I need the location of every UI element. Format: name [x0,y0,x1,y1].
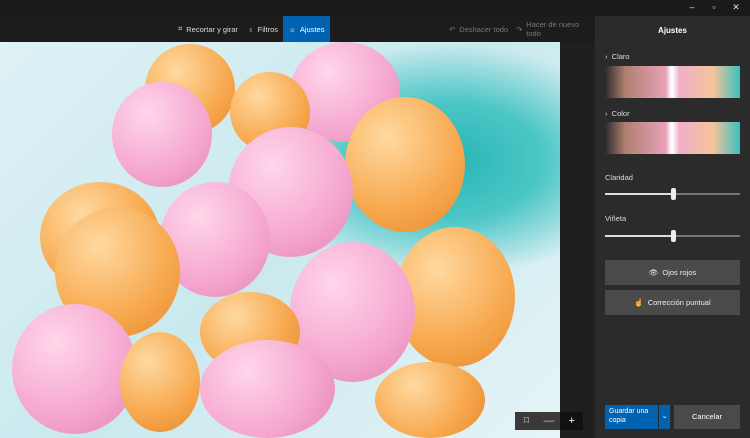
light-label: Claro [611,52,630,61]
red-eye-label: Ojos rojos [662,268,697,277]
close-button[interactable]: ✕ [726,2,746,13]
zoom-in-button[interactable]: + [560,412,584,430]
color-slider-preview[interactable] [605,122,740,154]
vignette-label: Viñeta [605,214,627,223]
spot-fix-label: Corrección puntual [647,298,711,307]
spot-fix-button[interactable]: ☝ Corrección puntual [605,290,740,315]
balloon [112,82,212,187]
vignette-slider[interactable] [605,230,740,242]
balloon [200,340,335,438]
redo-icon: ↷ [516,24,523,34]
crop-rotate-button[interactable]: ⌗ Recortar y girar [172,16,244,42]
toolbar: ⌗ Recortar y girar ♁ Filtros ☼ Ajustes ↶ Des… [0,16,595,42]
balloon [345,97,465,232]
color-section-toggle[interactable]: › Color [605,109,630,118]
hand-touch-icon: ☝ [634,298,644,307]
crop-label: Recortar y girar [186,24,238,34]
zoom-out-button[interactable]: — [538,412,561,430]
chevron-down-icon: ⌄ [661,413,668,420]
red-eye-button[interactable]: 👁 Ojos rojos [605,260,740,285]
balloon [375,362,485,438]
adjust-panel: Ajustes › Claro › Color Claridad Viñeta … [595,16,750,438]
filters-button[interactable]: ♁ Filtros [242,16,284,42]
adjust-tab[interactable]: ☼ Ajustes [283,16,330,42]
minimize-button[interactable]: – [682,2,702,12]
filters-label: Filtros [257,24,279,34]
save-options-dropdown[interactable]: ⌄ [659,405,670,429]
clarity-label: Claridad [605,173,633,182]
photo-balloons[interactable] [0,42,560,438]
eye-icon: 👁 [648,268,659,277]
zoom-controls: ⌑ — + [515,412,584,430]
redo-label: Hacer de nuevo todo [526,20,580,38]
maximize-button[interactable]: ▫ [704,2,724,12]
cancel-button[interactable]: Cancelar [674,405,740,429]
undo-label: Deshacer todo [459,24,509,34]
clarity-slider[interactable] [605,188,740,200]
clarity-slider-thumb[interactable] [670,188,676,200]
balloon [120,332,200,432]
undo-all-button[interactable]: ↶ Deshacer todo [443,16,514,42]
redo-all-button[interactable]: ↷ Hacer de nuevo todo [510,16,595,42]
brightness-icon: ☼ [289,24,296,34]
filter-icon: ♁ [248,24,254,34]
save-copy-button[interactable]: Guardar una copia [605,405,658,429]
chevron-right-icon: › [605,52,608,61]
light-slider-preview[interactable] [605,66,740,98]
title-bar: – ▫ ✕ [0,0,750,16]
panel-title: Ajustes [658,26,687,35]
color-label: Color [611,109,630,118]
image-canvas: ⌑ — + [0,42,595,438]
balloon [12,304,137,434]
undo-icon: ↶ [449,24,456,34]
crop-icon: ⌗ [178,24,183,33]
chevron-right-icon: › [605,109,608,118]
light-section-toggle[interactable]: › Claro [605,52,630,61]
fit-to-screen-button[interactable]: ⌑ [515,412,538,430]
adjust-label: Ajustes [299,24,325,34]
vignette-slider-thumb[interactable] [670,230,676,242]
